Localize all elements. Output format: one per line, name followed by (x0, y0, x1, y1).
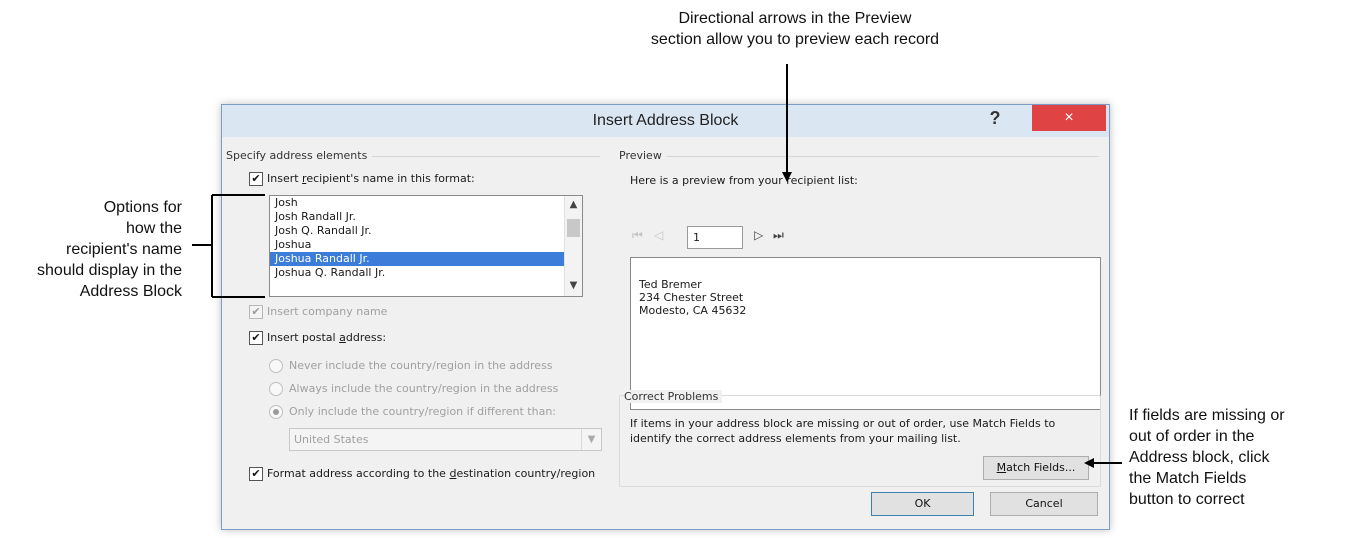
radio-selected-dot (273, 409, 279, 415)
preview-address-line: 234 Chester Street (639, 291, 744, 304)
chevron-down-icon[interactable]: ▼ (581, 429, 601, 450)
postal-address-checkbox[interactable]: ✔ (249, 331, 263, 345)
callout-line: should display in the (37, 262, 182, 279)
list-item[interactable]: Joshua Q. Randall Jr. (270, 266, 565, 280)
callout-line: Directional arrows in the Preview (678, 10, 912, 27)
callout-line: recipient's name (66, 241, 182, 258)
list-item[interactable]: Joshua (270, 238, 565, 252)
ok-button[interactable]: OK (871, 492, 974, 516)
preview-label: Preview (619, 149, 662, 162)
preview-intro: Here is a preview from your recipient li… (630, 174, 858, 187)
radio-never-country[interactable] (269, 359, 283, 373)
correct-problems-text-2: identify the correct address elements fr… (630, 432, 961, 445)
callout-line: the Match Fields (1129, 470, 1247, 487)
list-item[interactable]: Josh Q. Randall Jr. (270, 224, 565, 238)
dialog-title: Insert Address Block (592, 112, 739, 129)
company-name-checkbox[interactable]: ✔ (249, 305, 263, 319)
match-fields-button[interactable]: Match Fields... (983, 456, 1089, 480)
callout-name-options: Options for how the recipient's name sho… (37, 197, 182, 302)
radio-only-if-different[interactable] (269, 405, 283, 419)
close-button[interactable]: × (1032, 105, 1106, 131)
callout-line: how the (125, 220, 182, 237)
next-record-icon[interactable]: ▷ (754, 228, 763, 242)
correct-problems-label: Correct Problems (624, 390, 723, 403)
callout-line: Options for (103, 199, 182, 216)
specify-elements-label: Specify address elements (226, 149, 368, 162)
previous-record-icon[interactable]: ◁ (654, 228, 663, 242)
callout-line: button to correct (1129, 491, 1245, 508)
insert-address-block-dialog: Insert Address Block ? × Specify address… (221, 104, 1110, 530)
country-select-value: United States (294, 433, 369, 446)
radio-always-country-label: Always include the country/region in the… (289, 382, 559, 395)
list-item-selected[interactable]: Joshua Randall Jr. (270, 252, 565, 266)
callout-line: Address Block (79, 283, 182, 300)
scroll-up-icon[interactable]: ▲ (565, 199, 582, 210)
postal-address-label[interactable]: Insert postal address: (267, 331, 386, 344)
callout-line: Address block, click (1129, 449, 1270, 466)
name-format-list[interactable]: Josh Josh Randall Jr. Josh Q. Randall Jr… (269, 195, 583, 297)
callout-line: out of order in the (1129, 428, 1255, 445)
cancel-button[interactable]: Cancel (990, 492, 1098, 516)
radio-never-country-label: Never include the country/region in the … (289, 359, 553, 372)
callout-line: If fields are missing or (1129, 407, 1285, 424)
callout-preview-arrows: Directional arrows in the Preview sectio… (600, 8, 990, 50)
list-scrollbar[interactable]: ▲ ▼ (564, 196, 582, 296)
radio-always-country[interactable] (269, 382, 283, 396)
list-item[interactable]: Josh Randall Jr. (270, 210, 565, 224)
address-preview-box: Ted Bremer 234 Chester Street Modesto, C… (630, 257, 1101, 410)
help-button[interactable]: ? (980, 108, 1010, 132)
scroll-thumb[interactable] (567, 219, 580, 237)
divider (372, 156, 600, 157)
first-record-icon[interactable]: ⏮ (632, 228, 643, 243)
divider (667, 156, 1099, 157)
radio-only-if-different-label: Only include the country/region if diffe… (289, 405, 556, 418)
format-destination-checkbox[interactable]: ✔ (249, 467, 263, 481)
correct-problems-text-1: If items in your address block are missi… (630, 417, 1056, 430)
preview-address-line: Modesto, CA 45632 (639, 304, 747, 317)
last-record-icon[interactable]: ⏭ (773, 228, 784, 243)
record-number-input[interactable]: 1 (687, 226, 743, 249)
callout-match-fields: If fields are missing or out of order in… (1129, 405, 1285, 510)
record-number: 1 (693, 231, 700, 244)
format-destination-label[interactable]: Format address according to the destinat… (267, 467, 595, 480)
title-bar[interactable]: Insert Address Block ? × (222, 105, 1109, 137)
list-item[interactable]: Josh (270, 196, 565, 210)
country-select[interactable]: United States ▼ (289, 428, 602, 451)
recipient-name-checkbox[interactable]: ✔ (249, 172, 263, 186)
preview-address-line: Ted Bremer (639, 278, 702, 291)
company-name-label: Insert company name (267, 305, 388, 318)
scroll-down-icon[interactable]: ▼ (565, 280, 582, 291)
recipient-name-label[interactable]: Insert recipient's name in this format: (267, 172, 475, 185)
callout-line: section allow you to preview each record (650, 31, 940, 48)
